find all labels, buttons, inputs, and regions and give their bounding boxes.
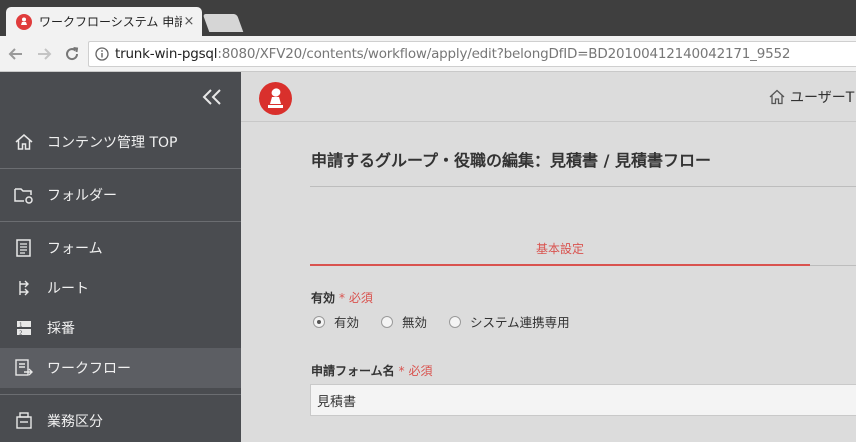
tab-close-icon[interactable]: × bbox=[182, 14, 196, 29]
reload-button[interactable] bbox=[60, 42, 84, 66]
svg-text:2: 2 bbox=[19, 330, 23, 336]
sidebar-item-workflow[interactable]: ワークフロー bbox=[0, 348, 241, 388]
route-icon bbox=[12, 276, 36, 300]
radio-disabled[interactable]: 無効 bbox=[381, 312, 427, 331]
home-icon bbox=[769, 89, 785, 105]
sidebar-item-business-category[interactable]: 業務区分 bbox=[0, 401, 241, 441]
browser-tab-active[interactable]: ワークフローシステム 申請する × bbox=[6, 7, 202, 36]
site-info-icon[interactable] bbox=[89, 47, 115, 61]
sidebar-item-label: フォーム bbox=[47, 241, 103, 257]
sidebar-item-folder[interactable]: フォルダー bbox=[0, 175, 241, 215]
svg-text:1: 1 bbox=[19, 322, 23, 328]
reload-icon bbox=[66, 46, 79, 60]
title-divider bbox=[310, 186, 856, 187]
enabled-radio-group: 有効 無効 システム連携専用 bbox=[313, 312, 592, 331]
page-title: 申請するグループ・役職の編集：見積書 / 見積書フロー bbox=[311, 151, 712, 170]
form-name-label-text: 申請フォーム名 bbox=[311, 364, 395, 378]
user-home-link[interactable]: ユーザーT bbox=[768, 87, 854, 107]
form-icon bbox=[12, 236, 36, 260]
sidebar-item-label: ルート bbox=[47, 281, 89, 297]
sidebar-collapse-button[interactable] bbox=[0, 72, 241, 122]
top-header: ユーザーT bbox=[241, 72, 856, 122]
business-category-icon bbox=[12, 409, 36, 433]
user-home-label: ユーザーT bbox=[790, 90, 855, 106]
double-chevron-left-icon bbox=[202, 89, 221, 105]
sidebar-divider bbox=[0, 221, 241, 222]
sidebar-item-route[interactable]: ルート bbox=[0, 268, 241, 308]
main-content: ユーザーT 申請するグループ・役職の編集：見積書 / 見積書フロー 基本設定 有… bbox=[241, 72, 856, 442]
sidebar-item-label: 採番 bbox=[47, 321, 75, 337]
tab-basic-settings[interactable]: 基本設定 bbox=[310, 240, 810, 257]
sidebar-item-label: フォルダー bbox=[47, 188, 117, 204]
form-name-input[interactable]: 見積書 bbox=[310, 384, 856, 416]
url-host: trunk-win-pgsql bbox=[115, 46, 218, 62]
enabled-field-label: 有効 * 必須 bbox=[311, 289, 373, 306]
sidebar-item-form[interactable]: フォーム bbox=[0, 228, 241, 268]
radio-label: システム連携専用 bbox=[470, 315, 570, 330]
browser-tabstrip: ワークフローシステム 申請する × bbox=[0, 0, 856, 36]
new-tab-button[interactable] bbox=[202, 14, 244, 32]
enabled-label-text: 有効 bbox=[311, 291, 336, 305]
radio-label: 有効 bbox=[334, 315, 360, 330]
address-bar[interactable]: trunk-win-pgsql:8080/XFV20/contents/work… bbox=[88, 41, 856, 67]
form-name-field-label: 申請フォーム名 * 必須 bbox=[311, 362, 432, 379]
workflow-icon bbox=[12, 356, 36, 380]
sidebar-item-label: 業務区分 bbox=[47, 414, 103, 430]
address-url: trunk-win-pgsql:8080/XFV20/contents/work… bbox=[115, 46, 790, 62]
url-path: :8080/XFV20/contents/workflow/apply/edit… bbox=[217, 46, 791, 62]
tab-baseline bbox=[810, 265, 856, 266]
radio-enabled[interactable]: 有効 bbox=[313, 312, 359, 331]
app-logo-icon[interactable] bbox=[259, 82, 292, 115]
numbering-icon: 12 bbox=[12, 316, 36, 340]
app-favicon-icon bbox=[16, 13, 32, 30]
tab-active-underline bbox=[310, 264, 810, 266]
browser-tab-title: ワークフローシステム 申請する bbox=[39, 15, 182, 29]
sidebar-item-numbering[interactable]: 12 採番 bbox=[0, 308, 241, 348]
back-arrow-icon bbox=[8, 47, 22, 60]
radio-unchecked-icon[interactable] bbox=[381, 315, 394, 328]
sidebar-item-content-top[interactable]: コンテンツ管理 TOP bbox=[0, 122, 241, 162]
sidebar-divider bbox=[0, 394, 241, 395]
folder-settings-icon bbox=[12, 183, 36, 207]
home-icon bbox=[12, 130, 36, 154]
forward-button[interactable] bbox=[32, 42, 56, 66]
sidebar-item-label: ワークフロー bbox=[47, 361, 131, 377]
required-mark: * 必須 bbox=[398, 364, 433, 378]
radio-label: 無効 bbox=[402, 315, 428, 330]
radio-unchecked-icon[interactable] bbox=[449, 315, 462, 328]
forward-arrow-icon bbox=[38, 47, 52, 60]
radio-checked-icon[interactable] bbox=[313, 315, 325, 328]
back-button[interactable] bbox=[4, 42, 28, 66]
sidebar-divider bbox=[0, 168, 241, 169]
sidebar: コンテンツ管理 TOP フォルダー フォーム ルート 12 採番 ワークフロー bbox=[0, 72, 241, 442]
required-mark: * 必須 bbox=[339, 291, 373, 305]
sidebar-item-label: コンテンツ管理 TOP bbox=[47, 135, 178, 151]
radio-system-integration[interactable]: システム連携専用 bbox=[449, 312, 570, 331]
